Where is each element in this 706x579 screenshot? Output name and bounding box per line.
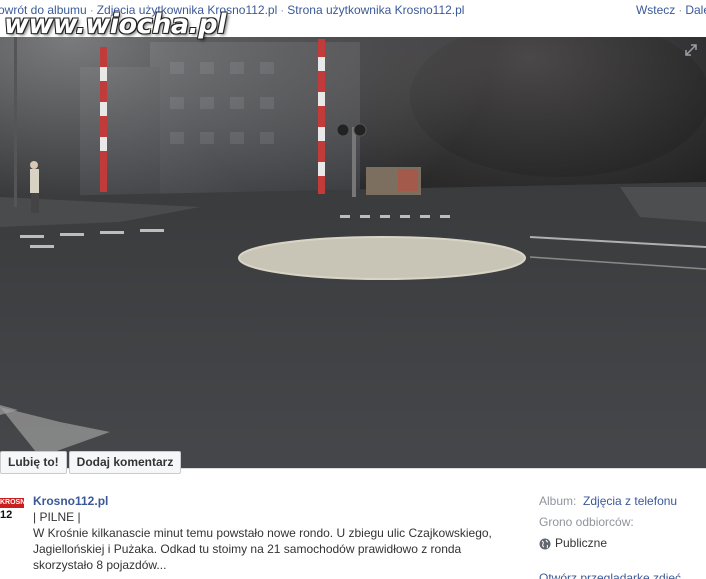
photo-info: KROSNO 12 Krosno112.pl | PILNE | W Krośn… xyxy=(0,468,706,579)
open-photo-viewer-link[interactable]: Otwórz przeglądarkę zdjęć xyxy=(539,570,681,579)
globe-icon xyxy=(539,538,551,549)
post-line-2: W Krośnie kilkanascie minut temu powstał… xyxy=(33,526,492,540)
post-line-3: Jagiellońskiej i Pużaka. Odkad tu stoimy… xyxy=(33,542,462,556)
watermark: www.wiocha.pl xyxy=(4,9,226,40)
prev-photo-link[interactable]: Wstecz xyxy=(636,3,675,17)
audience-selector[interactable]: Publiczne xyxy=(539,535,706,552)
post-line-4: skorzystało 8 pojazdów... xyxy=(33,558,167,572)
album-link[interactable]: Zdjęcia z telefonu xyxy=(583,494,677,508)
avatar[interactable]: KROSNO 12 xyxy=(0,494,24,524)
album-label: Album: xyxy=(539,494,577,508)
audience-value: Publiczne xyxy=(555,536,608,550)
like-button[interactable]: Lubię to! xyxy=(0,451,67,474)
avatar-logo-top: KROSNO xyxy=(0,498,24,508)
expand-icon[interactable] xyxy=(684,43,698,57)
next-photo-link[interactable]: Dale xyxy=(685,3,706,17)
post-body: Krosno112.pl | PILNE | W Krośnie kilkana… xyxy=(33,493,513,573)
photo[interactable] xyxy=(0,37,706,468)
add-comment-button[interactable]: Dodaj komentarz xyxy=(68,451,182,474)
photo-pager: Wstecz·Dale xyxy=(636,3,706,17)
photo-actions: Lubię to! Dodaj komentarz xyxy=(0,451,182,475)
photo-meta: Album: Zdjęcia z telefonu Grono odbiorcó… xyxy=(539,493,706,579)
night-roundabout-photo xyxy=(0,37,706,468)
avatar-logo-bottom: 12 xyxy=(0,509,13,521)
audience-label: Grono odbiorców: xyxy=(539,515,634,529)
post-author-link[interactable]: Krosno112.pl xyxy=(33,493,513,509)
post-line-1: | PILNE | xyxy=(33,510,81,524)
user-page-link[interactable]: Strona użytkownika Krosno112.pl xyxy=(287,3,464,17)
